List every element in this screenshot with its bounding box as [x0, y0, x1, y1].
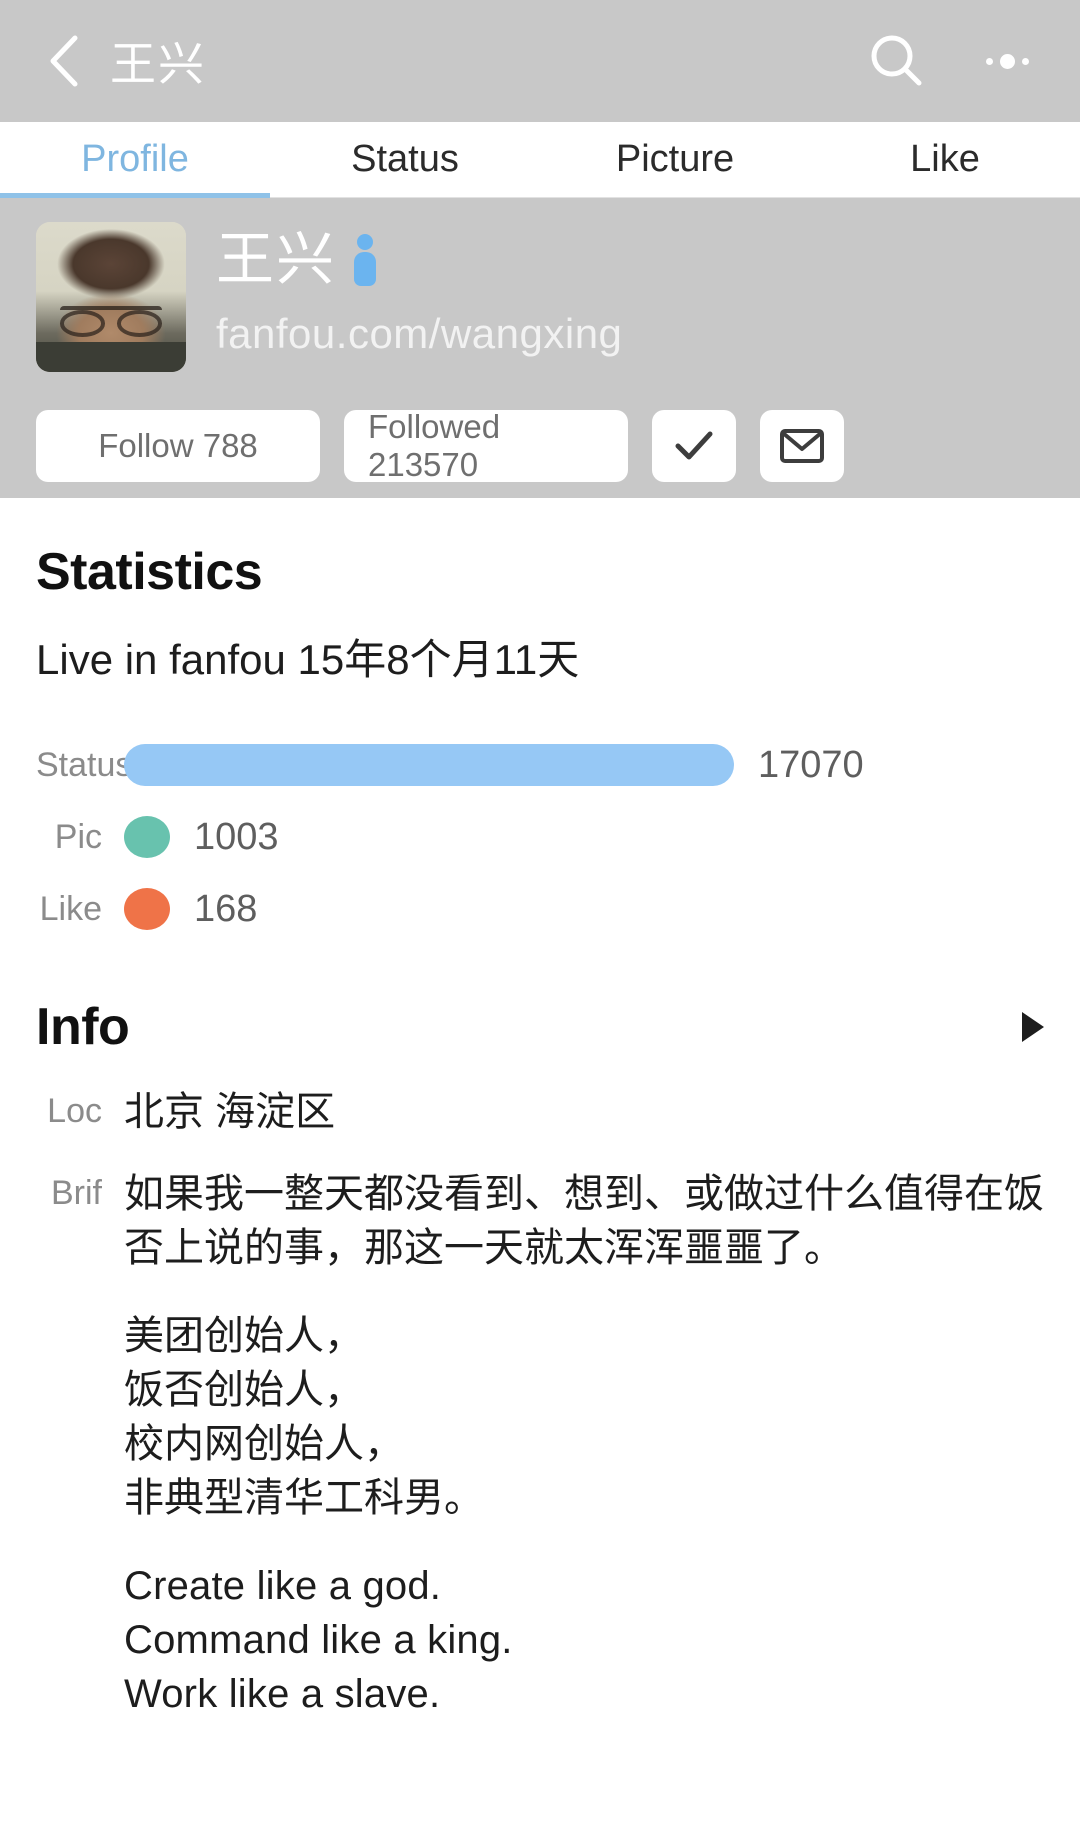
- more-dot-center-icon: [999, 53, 1015, 69]
- info-loc-line: 北京 海淀区: [124, 1090, 336, 1134]
- search-button[interactable]: [864, 28, 930, 94]
- brief-line-6: 非典型清华工科男。: [124, 1476, 484, 1520]
- back-button[interactable]: [36, 26, 92, 96]
- table-row: Like 168: [36, 873, 1044, 945]
- follow-count-button[interactable]: Follow 788: [36, 410, 320, 482]
- profile-body: Statistics Live in fanfou 15年8个月11天 Stat…: [0, 542, 1080, 1721]
- info-row-loc: Loc 北京 海淀区: [36, 1085, 1044, 1139]
- triangle-right-icon[interactable]: [1022, 1012, 1044, 1042]
- brief-spacer-1: [124, 1275, 1044, 1309]
- brief-line-5: 校内网创始人，: [124, 1422, 404, 1466]
- avatar-glasses-detail: [60, 306, 162, 336]
- tab-profile[interactable]: Profile: [0, 122, 270, 198]
- bar-label-status: Status: [36, 745, 133, 784]
- table-row: Status 17070: [36, 729, 1044, 801]
- person-body-shape: [354, 251, 377, 286]
- send-message-button[interactable]: [760, 410, 844, 482]
- statistics-bar-chart: Status 17070 Pic 1003 Like 168: [36, 729, 1044, 945]
- profile-name-block: 王兴 fanfou.com/wangxing: [216, 222, 622, 358]
- male-person-icon: [352, 233, 378, 286]
- top-navigation-bar: 王兴: [0, 0, 1080, 122]
- name-row: 王兴: [216, 228, 622, 292]
- statistics-heading: Statistics: [36, 543, 263, 601]
- brief-line-8: Create like a god.: [124, 1564, 442, 1608]
- profile-url[interactable]: fanfou.com/wangxing: [216, 310, 622, 358]
- brief-line-10: Work like a slave.: [124, 1672, 441, 1716]
- tab-status[interactable]: Status: [270, 122, 540, 197]
- info-section-header[interactable]: Info: [36, 997, 1044, 1057]
- search-icon: [871, 35, 922, 86]
- profile-identity: 王兴 fanfou.com/wangxing: [36, 222, 1044, 372]
- avatar[interactable]: [36, 222, 186, 372]
- bar-value-like: 168: [194, 887, 258, 930]
- tab-picture[interactable]: Picture: [540, 122, 810, 197]
- bar-pic: [124, 816, 170, 858]
- bar-like: [124, 888, 170, 930]
- live-in-fanfou-text: Live in fanfou 15年8个月11天: [36, 636, 580, 683]
- bar-value-status: 17070: [758, 743, 864, 786]
- info-value-brif: 如果我一整天都没看到、想到、或做过什么值得在饭否上说的事，那这一天就太浑浑噩噩了…: [124, 1167, 1044, 1721]
- info-value-loc: 北京 海淀区: [124, 1085, 1044, 1139]
- info-heading: Info: [36, 998, 130, 1056]
- info-row-brif: Brif 如果我一整天都没看到、想到、或做过什么值得在饭否上说的事，那这一天就太…: [36, 1167, 1044, 1721]
- person-head-shape: [357, 233, 374, 250]
- brief-line-4: 饭否创始人，: [124, 1368, 364, 1412]
- brief-line-3: 美团创始人，: [124, 1314, 364, 1358]
- more-dot-left-icon: [985, 57, 993, 65]
- page-title: 王兴: [110, 38, 206, 90]
- brief-line-9: Command like a king.: [124, 1618, 513, 1662]
- table-row: Pic 1003: [36, 801, 1044, 873]
- following-check-button[interactable]: [652, 410, 736, 482]
- profile-header: 王兴 fanfou.com/wangxing Follow 788 Follow…: [0, 198, 1080, 498]
- check-icon: [675, 431, 713, 460]
- brief-line-1: 如果我一整天都没看到、想到、或做过什么值得在饭否上说的事，那这一天就太浑浑噩噩了…: [124, 1172, 1044, 1270]
- profile-action-row: Follow 788 Followed 213570: [36, 408, 1044, 483]
- more-options-button[interactable]: [974, 28, 1040, 94]
- brief-spacer-2: [124, 1525, 1044, 1559]
- bar-label-like: Like: [39, 889, 102, 928]
- bar-label-pic: Pic: [54, 817, 102, 856]
- followed-count-button[interactable]: Followed 213570: [344, 408, 628, 483]
- tab-like[interactable]: Like: [810, 122, 1080, 197]
- more-dot-right-icon: [1021, 57, 1029, 65]
- info-key-brif: Brif: [51, 1174, 102, 1212]
- back-chevron-icon: [50, 35, 78, 87]
- mail-icon: [780, 429, 824, 463]
- bar-status: [124, 744, 734, 786]
- avatar-clothing-detail: [36, 342, 186, 372]
- bar-value-pic: 1003: [194, 815, 279, 858]
- profile-display-name: 王兴: [216, 227, 337, 292]
- tab-bar: Profile Status Picture Like: [0, 122, 1080, 198]
- info-key-loc: Loc: [47, 1092, 102, 1130]
